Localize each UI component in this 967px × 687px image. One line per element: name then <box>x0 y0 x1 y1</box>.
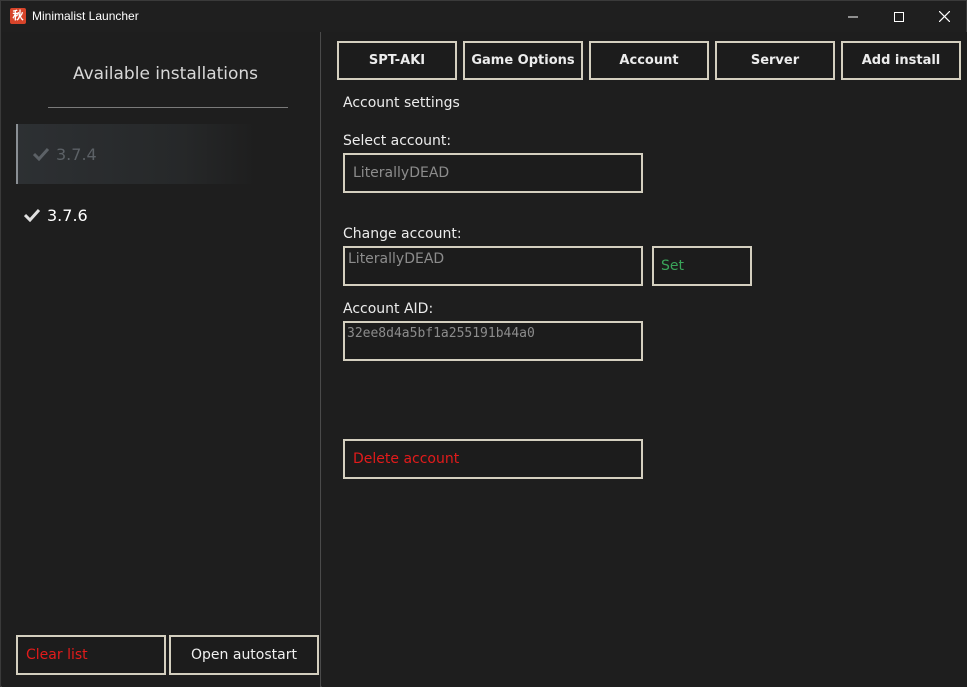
installations-sidebar: Available installations 3.7.4 3.7.6 Clea… <box>2 32 321 687</box>
install-item-selected[interactable]: 3.7.4 <box>16 124 316 184</box>
maximize-button[interactable] <box>876 1 922 32</box>
check-icon <box>32 145 50 163</box>
minimize-button[interactable] <box>830 1 876 32</box>
tab-account[interactable]: Account <box>589 41 709 80</box>
account-aid-label: Account AID: <box>343 301 434 317</box>
main-panel: SPT-AKI Game Options Account Server Add … <box>322 32 967 687</box>
sidebar-title: Available installations <box>72 64 259 84</box>
minimize-icon <box>848 16 858 17</box>
change-account-label: Change account: <box>343 226 462 242</box>
install-item[interactable]: 3.7.6 <box>16 185 316 245</box>
maximize-icon <box>894 11 904 22</box>
clear-list-button[interactable]: Clear list <box>16 635 166 675</box>
launcher-window: 秋 Minimalist Launcher Available installa… <box>0 0 967 687</box>
tab-server[interactable]: Server <box>715 41 835 80</box>
window-title: Minimalist Launcher <box>32 9 139 23</box>
select-account-label: Select account: <box>343 133 452 149</box>
delete-account-button[interactable]: Delete account <box>343 439 643 479</box>
open-autostart-button[interactable]: Open autostart <box>169 635 319 675</box>
set-account-button[interactable]: Set <box>652 246 752 286</box>
check-icon <box>23 206 41 224</box>
tab-game-options[interactable]: Game Options <box>463 41 583 80</box>
sidebar-divider <box>48 107 288 108</box>
section-title: Account settings <box>343 95 460 111</box>
close-button[interactable] <box>921 1 967 32</box>
close-icon <box>938 11 950 22</box>
select-account-dropdown[interactable]: LiterallyDEAD <box>343 153 643 193</box>
tab-add-install[interactable]: Add install <box>841 41 961 80</box>
change-account-input[interactable]: LiterallyDEAD <box>343 246 643 286</box>
install-version: 3.7.6 <box>47 205 88 225</box>
account-aid-field[interactable]: 32ee8d4a5bf1a255191b44a0 <box>343 321 643 361</box>
tab-spt-aki[interactable]: SPT-AKI <box>337 41 457 80</box>
install-version: 3.7.4 <box>56 144 97 164</box>
app-logo-icon: 秋 <box>10 8 26 24</box>
title-bar[interactable]: 秋 Minimalist Launcher <box>1 1 966 32</box>
